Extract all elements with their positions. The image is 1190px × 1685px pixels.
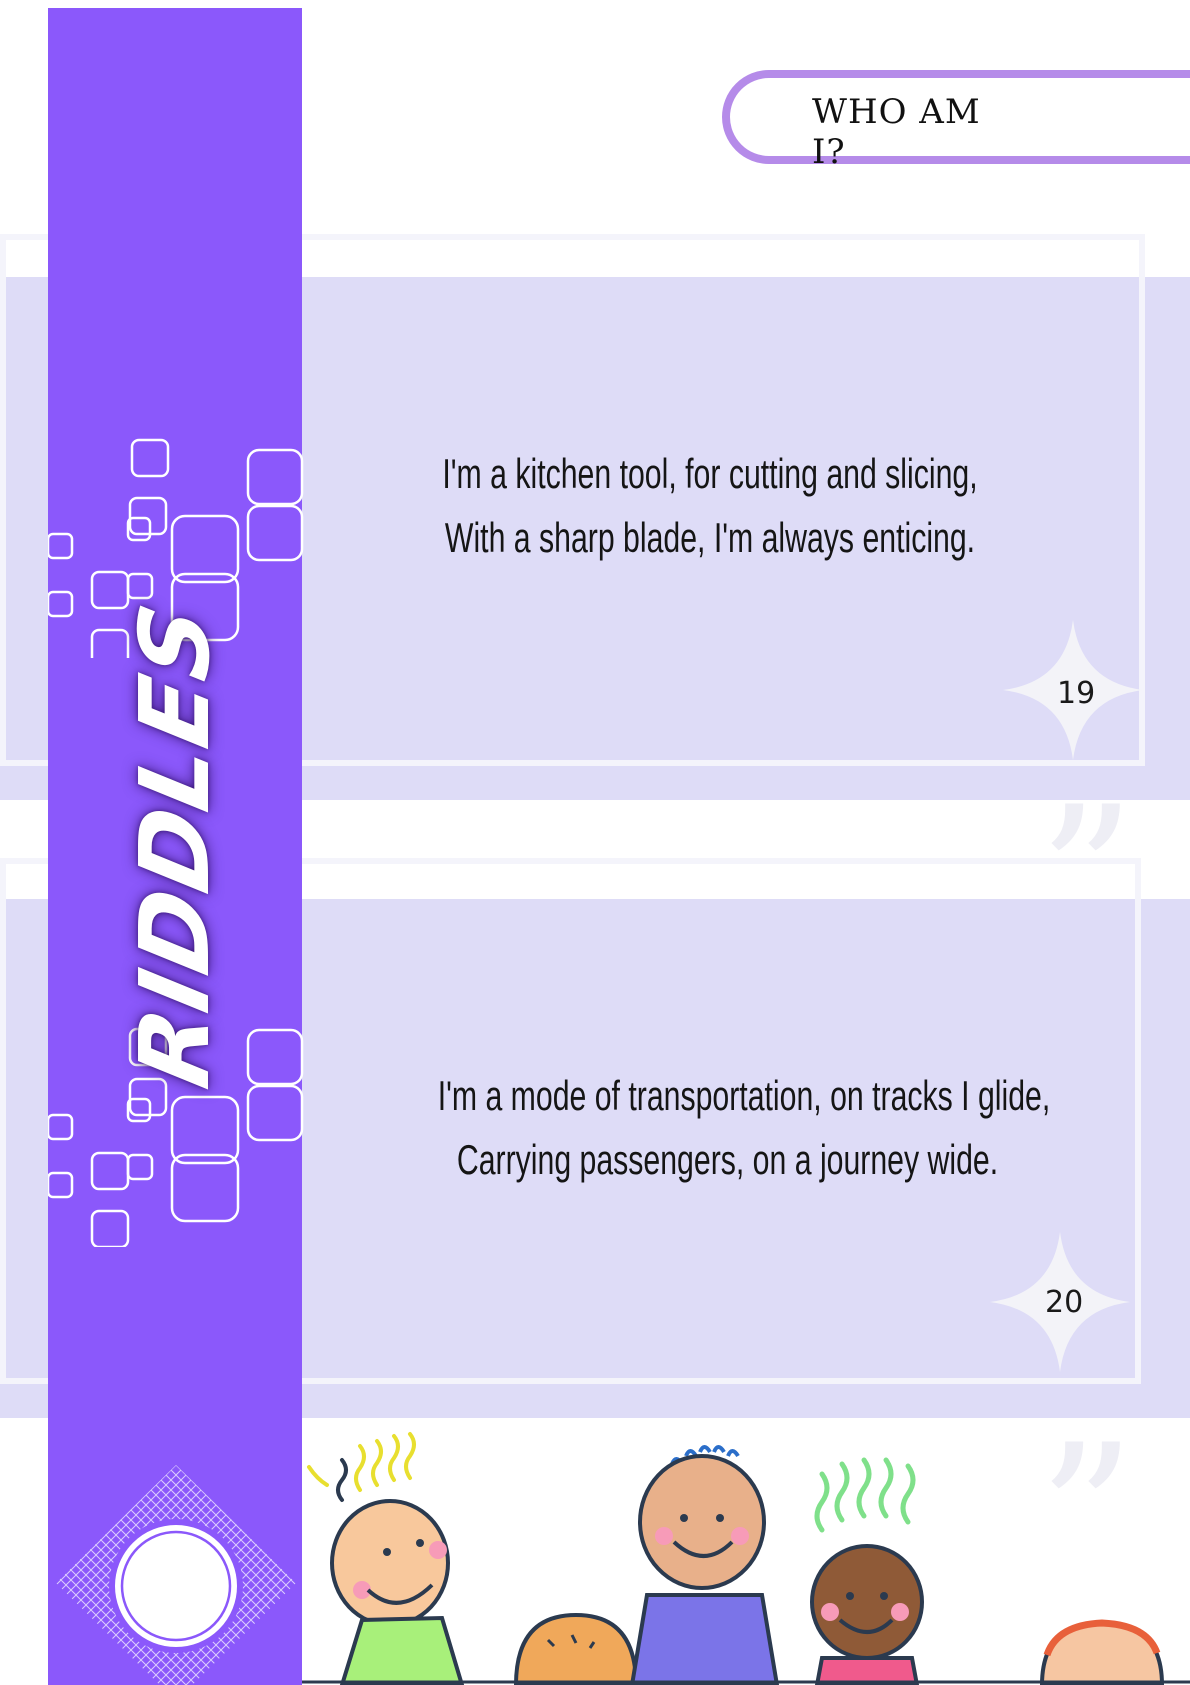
circle-badge-icon [56, 1465, 296, 1685]
riddle-line: Carrying passengers, on a journey wide. [456, 1136, 999, 1183]
riddle-number: 20 [1045, 1285, 1084, 1320]
sidebar-title: RIDDLES [119, 593, 231, 1097]
quote-mark-icon: ” [1038, 766, 1136, 987]
riddle-line: With a sharp blade, I'm always enticing. [444, 514, 976, 561]
riddle-text-19: I'm a kitchen tool, for cutting and slic… [422, 442, 998, 570]
kids-illustration [302, 1432, 1190, 1685]
riddle-line: I'm a mode of transportation, on tracks … [437, 1072, 1051, 1119]
page-title: WHO AM I? [812, 92, 981, 172]
riddle-text-20: I'm a mode of transportation, on tracks … [437, 1064, 1051, 1192]
riddle-number: 19 [1057, 676, 1096, 711]
riddles-page: ” ” RIDDLES WHO AM I? I'm a kitchen tool… [0, 0, 1190, 1685]
riddle-line: I'm a kitchen tool, for cutting and slic… [442, 450, 978, 497]
